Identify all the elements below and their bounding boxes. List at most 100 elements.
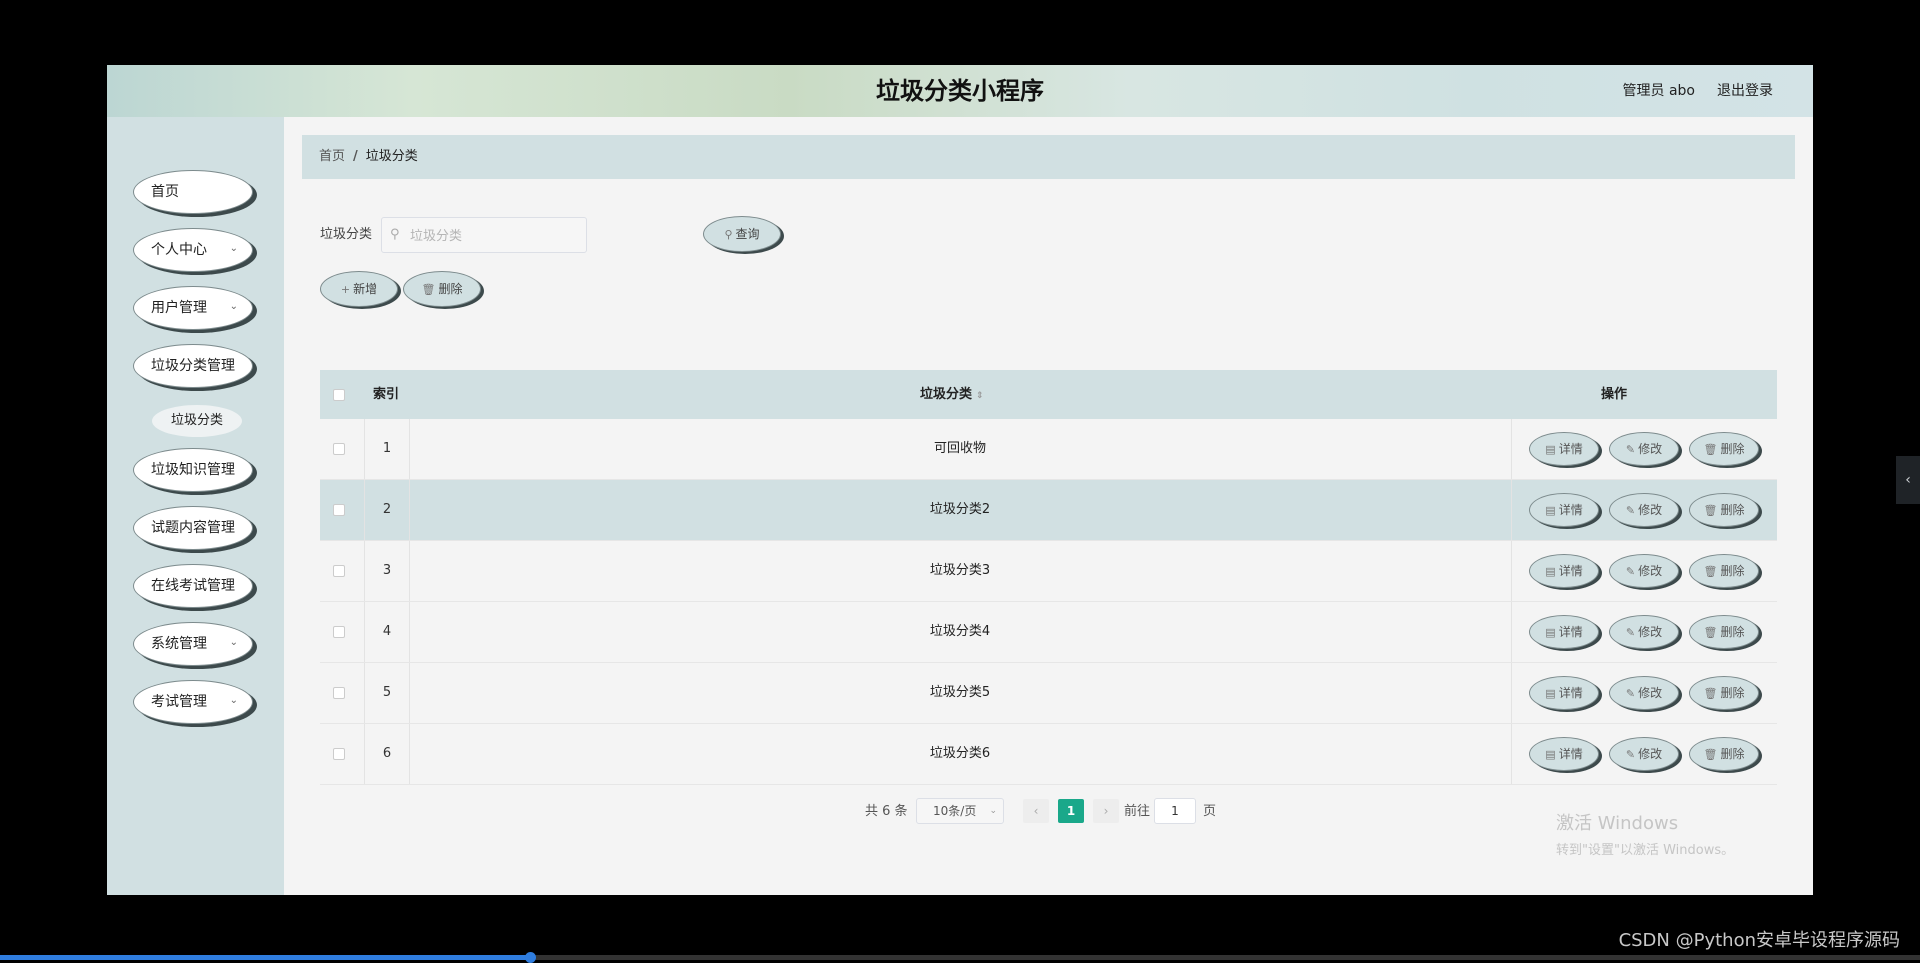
detail-button[interactable]: ▤ 详情 <box>1529 554 1599 588</box>
page-size-select[interactable]: 10条/页 ⌄ <box>916 798 1004 824</box>
admin-user-label: 管理员 abo <box>1622 83 1695 99</box>
row-category-name: 垃圾分类5 <box>929 685 991 700</box>
edit-button[interactable]: ✎ 修改 <box>1609 737 1679 771</box>
row-checkbox[interactable] <box>333 626 345 638</box>
detail-button[interactable]: ▤ 详情 <box>1529 676 1599 710</box>
app-title: 垃圾分类小程序 <box>876 77 1044 105</box>
sidebar-item-online-exam-management[interactable]: 在线考试管理 <box>133 564 253 608</box>
sidebar-item-exam-management[interactable]: 考试管理 ⌄ <box>133 680 253 724</box>
batch-delete-button[interactable]: 🗑 删除 <box>403 271 481 307</box>
row-index: 2 <box>382 502 392 517</box>
page-unit-label: 页 <box>1203 804 1217 819</box>
trash-icon: 🗑 <box>1703 687 1718 700</box>
sidebar-subitem-garbage-category[interactable]: 垃圾分类 <box>152 405 242 437</box>
video-progress-bar[interactable] <box>0 952 1920 963</box>
chevron-left-icon: ‹ <box>1033 804 1039 818</box>
delete-button[interactable]: 🗑 删除 <box>1689 493 1759 527</box>
table-row: 5 垃圾分类5 ▤ 详情 ✎ 修改 🗑 删除 <box>320 663 1777 724</box>
delete-button[interactable]: 🗑 删除 <box>1689 615 1759 649</box>
add-button[interactable]: + 新增 <box>320 271 398 307</box>
search-icon: ⚲ <box>390 227 400 242</box>
pencil-icon: ✎ <box>1625 748 1636 761</box>
sidebar-item-personal-center[interactable]: 个人中心 ⌄ <box>133 228 253 272</box>
page-number[interactable]: 1 <box>1058 799 1084 823</box>
table-row: 3 垃圾分类3 ▤ 详情 ✎ 修改 🗑 删除 <box>320 541 1777 602</box>
delete-button[interactable]: 🗑 删除 <box>1689 554 1759 588</box>
document-icon: ▤ <box>1545 748 1556 761</box>
row-checkbox[interactable] <box>333 565 345 577</box>
detail-button[interactable]: ▤ 详情 <box>1529 493 1599 527</box>
sidebar-item-garbage-knowledge-management[interactable]: 垃圾知识管理 <box>133 448 253 492</box>
row-checkbox[interactable] <box>333 748 345 760</box>
table-row: 4 垃圾分类4 ▤ 详情 ✎ 修改 🗑 删除 <box>320 602 1777 663</box>
csdn-credit: CSDN @Python安卓毕设程序源码 <box>1618 930 1900 951</box>
column-header-category[interactable]: 垃圾分类 ⇕ <box>920 370 984 419</box>
document-icon: ▤ <box>1545 626 1556 639</box>
search-field[interactable]: ⚲ <box>381 217 587 253</box>
trash-icon: 🗑 <box>421 283 436 296</box>
sidebar-item-system-management[interactable]: 系统管理 ⌄ <box>133 622 253 666</box>
edit-button[interactable]: ✎ 修改 <box>1609 432 1679 466</box>
detail-button[interactable]: ▤ 详情 <box>1529 615 1599 649</box>
edit-button[interactable]: ✎ 修改 <box>1609 615 1679 649</box>
sort-icon[interactable]: ⇕ <box>976 391 984 401</box>
table-row: 2 垃圾分类2 ▤ 详情 ✎ 修改 🗑 删除 <box>320 480 1777 541</box>
delete-button[interactable]: 🗑 删除 <box>1689 737 1759 771</box>
video-progress-knob[interactable] <box>524 952 536 963</box>
edit-button[interactable]: ✎ 修改 <box>1609 493 1679 527</box>
row-index: 4 <box>382 624 392 639</box>
delete-button[interactable]: 🗑 删除 <box>1689 432 1759 466</box>
sidebar-item-question-content-management[interactable]: 试题内容管理 <box>133 506 253 550</box>
trash-icon: 🗑 <box>1703 504 1718 517</box>
prev-page-button[interactable]: ‹ <box>1023 799 1049 823</box>
chevron-down-icon: ⌄ <box>229 243 238 254</box>
edit-button[interactable]: ✎ 修改 <box>1609 676 1679 710</box>
sidebar-item-home[interactable]: 首页 <box>133 170 253 214</box>
trash-icon: 🗑 <box>1703 748 1718 761</box>
goto-page-input[interactable]: 1 <box>1154 798 1196 824</box>
logout-link[interactable]: 退出登录 <box>1717 65 1773 117</box>
sidebar-item-user-management[interactable]: 用户管理 ⌄ <box>133 286 253 330</box>
windows-activation-watermark: 激活 Windows 转到"设置"以激活 Windows。 <box>1556 813 1735 858</box>
plus-icon: + <box>340 283 351 296</box>
next-page-button[interactable]: › <box>1093 799 1119 823</box>
collapse-panel-button[interactable]: ‹ <box>1896 456 1920 504</box>
row-category-name: 垃圾分类3 <box>929 563 991 578</box>
main-content: 首页 / 垃圾分类 垃圾分类 ⚲ ⚲查询 +新增 🗑删除 索引 垃圾分类⇕ 操作 1… <box>284 117 1813 895</box>
pencil-icon: ✎ <box>1625 687 1636 700</box>
row-index: 1 <box>382 441 392 456</box>
row-category-name: 可回收物 <box>933 441 986 456</box>
pencil-icon: ✎ <box>1625 626 1636 639</box>
trash-icon: 🗑 <box>1703 443 1718 456</box>
row-category-name: 垃圾分类4 <box>929 624 991 639</box>
breadcrumb-home[interactable]: 首页 <box>319 149 345 164</box>
video-progress-fill <box>0 955 530 960</box>
detail-button[interactable]: ▤ 详情 <box>1529 432 1599 466</box>
query-button[interactable]: ⚲ 查询 <box>703 216 781 252</box>
sidebar-item-garbage-category-management[interactable]: 垃圾分类管理 <box>133 344 253 388</box>
edit-button[interactable]: ✎ 修改 <box>1609 554 1679 588</box>
trash-icon: 🗑 <box>1703 626 1718 639</box>
row-checkbox[interactable] <box>333 687 345 699</box>
delete-button[interactable]: 🗑 删除 <box>1689 676 1759 710</box>
goto-label: 前往 <box>1124 804 1151 819</box>
breadcrumb-separator: / <box>353 149 358 164</box>
top-header: 垃圾分类小程序 管理员 abo 退出登录 <box>107 65 1813 117</box>
chevron-down-icon: ⌄ <box>229 301 238 312</box>
breadcrumb: 首页 / 垃圾分类 <box>302 135 1795 179</box>
pagination-total: 共 6 条 <box>865 804 908 819</box>
table-header: 索引 垃圾分类 ⇕ 操作 <box>320 370 1777 419</box>
search-icon: ⚲ <box>724 228 733 241</box>
sidebar: 首页 个人中心 ⌄ 用户管理 ⌄ 垃圾分类管理 垃圾分类 垃圾知识管理 试题内容管理… <box>107 117 284 895</box>
chevron-down-icon: ⌄ <box>229 695 238 706</box>
document-icon: ▤ <box>1545 565 1556 578</box>
chevron-left-icon: ‹ <box>1905 472 1911 488</box>
select-all-checkbox[interactable] <box>333 389 345 401</box>
document-icon: ▤ <box>1545 443 1556 456</box>
row-checkbox[interactable] <box>333 504 345 516</box>
row-checkbox[interactable] <box>333 443 345 455</box>
detail-button[interactable]: ▤ 详情 <box>1529 737 1599 771</box>
row-index: 3 <box>382 563 392 578</box>
search-input[interactable] <box>408 219 582 253</box>
trash-icon: 🗑 <box>1703 565 1718 578</box>
